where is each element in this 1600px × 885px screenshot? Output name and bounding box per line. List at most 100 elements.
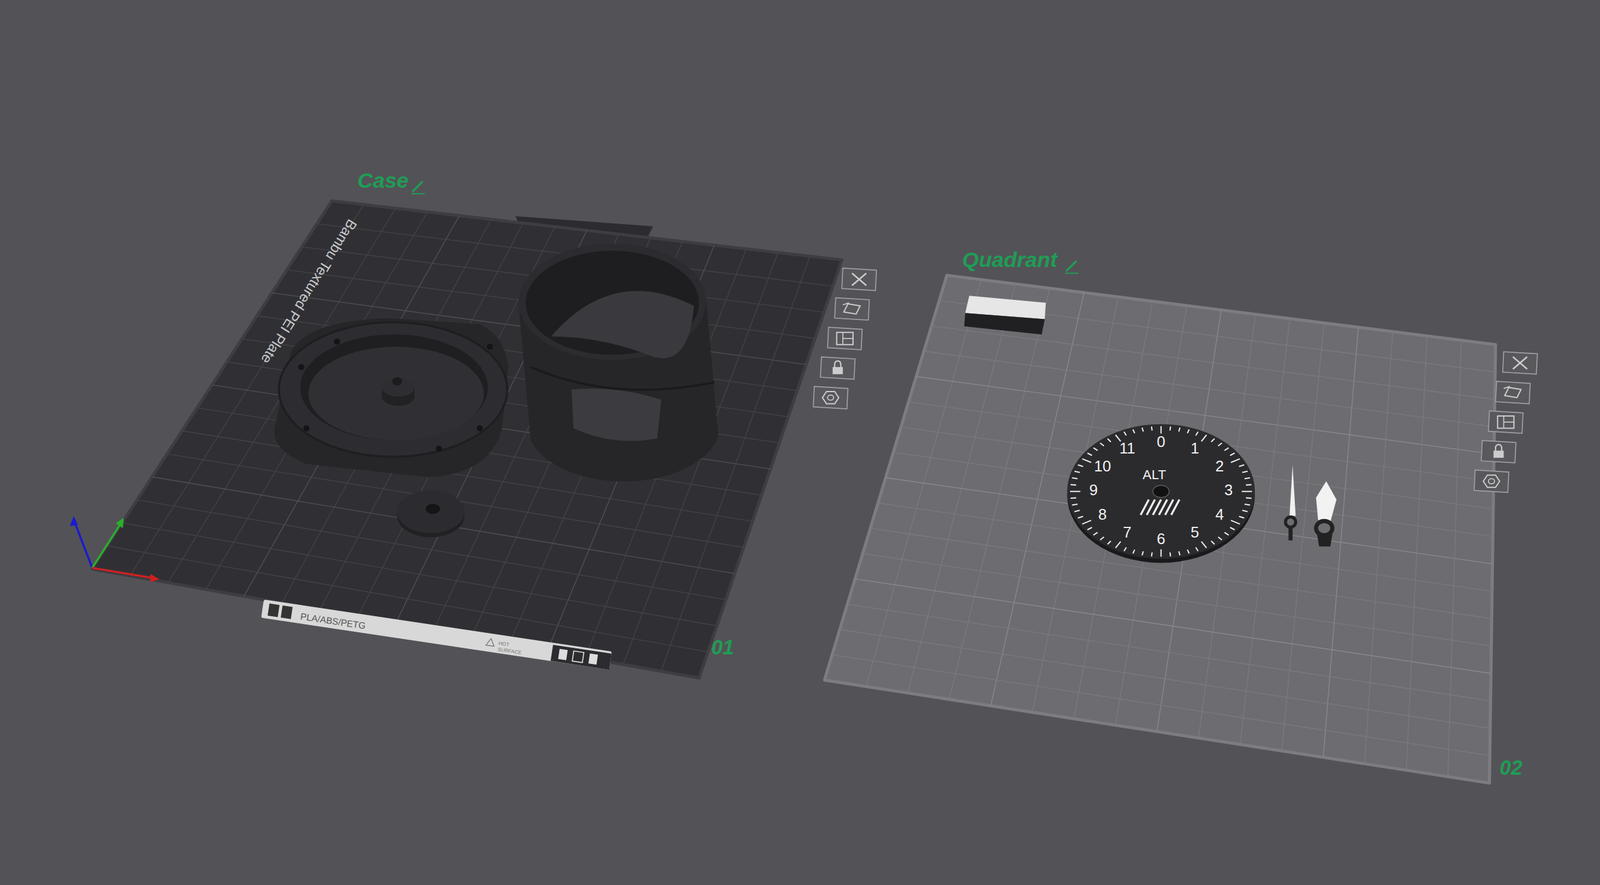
plate-tool-button[interactable] [820,357,855,380]
lock-icon [832,361,843,375]
window-cutout [571,388,662,442]
washer-model[interactable] [397,490,465,538]
strip-band [261,599,612,671]
dial-tick [1074,471,1080,473]
dial-tick [1178,427,1180,432]
dial-label: ALT [1142,467,1167,483]
color-block-model[interactable] [963,295,1046,335]
dial-tick [1142,427,1144,432]
altimeter-dial-model[interactable]: 01234567891011ALT [1067,424,1255,564]
dial-tick [1081,459,1091,463]
tool-frame [841,268,877,291]
dial-tick [1242,471,1248,473]
plate-tool-button[interactable] [1502,351,1538,375]
dial-number: 9 [1089,481,1098,499]
tool-frame [834,298,870,321]
grid-line [1406,336,1428,771]
build-plates-scene[interactable]: Bambu Textured PEI PlatePLA/ABS/PETGHOTS… [0,0,1600,885]
plate-tool-button[interactable] [1495,381,1531,405]
y-axis [92,522,123,569]
tool-frame [1474,470,1509,493]
warning-text: SURFACE [497,646,523,656]
dial-tick [1187,429,1190,433]
strip-icons [550,645,612,671]
dial-tick [1099,442,1104,446]
dial-tick [1195,547,1199,551]
grid-line [1447,340,1462,777]
x-arrow-icon [150,574,160,583]
plate-surface[interactable] [824,275,1496,784]
square-icon [572,650,584,663]
hatch-marking-icon [1140,499,1180,516]
plate-tool-button[interactable] [827,327,862,350]
3d-viewport[interactable]: Bambu Textured PEI PlatePLA/ABS/PETGHOTS… [0,0,1600,885]
dial-tick [1238,464,1245,467]
plate-tool-button[interactable] [1474,470,1509,493]
dial-tick [1230,527,1236,530]
dial-tick [1132,549,1135,554]
dial-tick [1107,541,1112,545]
dial-tick [1087,453,1093,456]
plate-number: 02 [1499,756,1523,780]
tool-frame [1502,351,1538,375]
cylinder-case-model[interactable] [518,243,719,482]
dial-tick [1217,442,1222,446]
grid-line [1364,331,1393,764]
plate-01[interactable]: Bambu Textured PEI PlatePLA/ABS/PETGHOTS… [92,168,877,679]
z-axis [73,520,93,569]
settings-icon [1483,475,1500,488]
dial-tick [1071,504,1078,505]
plate-tool-button[interactable] [841,268,877,291]
dial-number: 2 [1215,457,1224,475]
grid-line [862,553,1492,647]
x-axis [92,568,154,579]
grid-line [839,629,1491,729]
dial-tick [1169,426,1172,431]
center-hole [1152,485,1170,498]
dial-tick [1241,491,1252,493]
lock-icon [1493,444,1504,458]
arrange-icon [836,332,854,346]
plate-tool-button[interactable] [813,386,848,409]
dial-number: 1 [1190,439,1199,457]
dial-tick [1124,547,1127,551]
axes-gizmo [69,516,160,583]
close-icon [851,273,867,287]
edit-pencil-icon[interactable] [1065,261,1079,274]
knob-model[interactable] [382,377,415,406]
plate-name[interactable]: Quadrant [962,247,1059,272]
dial-tick [1224,532,1229,536]
dial-tick [1071,478,1078,479]
edit-pencil-icon[interactable] [411,181,425,195]
dial-tick [1151,552,1153,557]
grid-line [854,578,1491,674]
dial-tick [1160,426,1162,434]
spring-icon [557,649,568,661]
close-icon [1512,357,1528,370]
pointer-hand-model[interactable] [1316,481,1337,547]
flange-ring-model[interactable] [274,318,508,478]
plate-surface[interactable] [92,200,842,679]
screw-hole [435,445,442,452]
tool-frame [820,357,855,380]
dial-tick [1160,549,1162,557]
dial-tick [1093,532,1098,536]
needle-hand-model[interactable] [1285,464,1296,541]
dial-tick [1124,432,1127,436]
dial-number: 4 [1215,506,1224,523]
dial-tick [1099,537,1104,541]
dial-tick [1087,527,1093,530]
plate-tool-button[interactable] [1481,440,1516,464]
dial-tick [1230,459,1240,463]
plate-02[interactable]: Quadrant 02 [824,247,1538,784]
tool-frame [813,386,848,409]
grid-line [847,604,1491,702]
screw-hole [303,425,310,431]
dial-tick [1169,552,1172,557]
plate-tool-button[interactable] [1488,410,1524,434]
dial-tick [1077,516,1084,519]
tool-frame [1481,440,1516,464]
dial-tick [1178,551,1180,556]
plate-tool-button[interactable] [834,298,870,321]
plate-name[interactable]: Case [357,168,409,193]
